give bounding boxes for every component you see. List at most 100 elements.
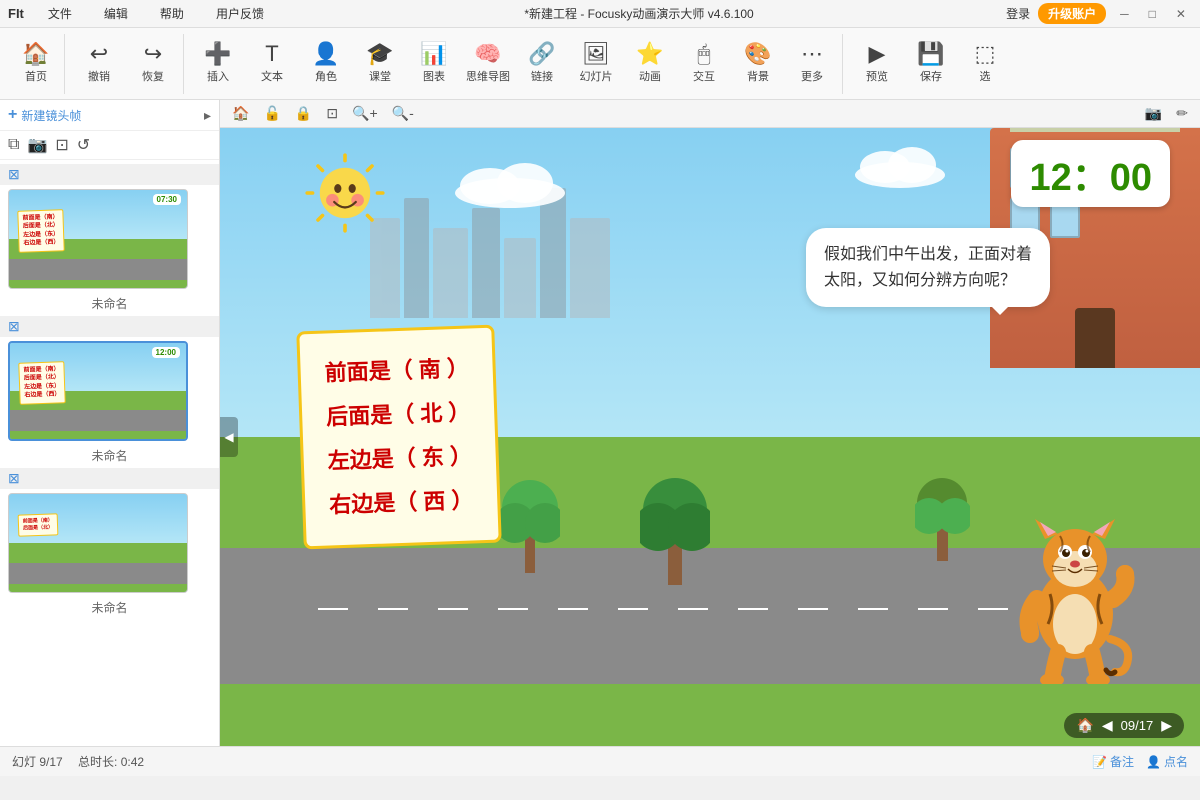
- app-logo: FIt: [8, 6, 24, 21]
- slide-thumb-09[interactable]: 09 12:00 前面是（南）后面是（北）左边是（东）右边是（西）: [0, 337, 219, 445]
- plus-icon: +: [8, 106, 17, 124]
- text-icon: T: [265, 43, 278, 65]
- section-marker-10: ⊠: [0, 468, 219, 489]
- mindmap-label: 思维导图: [466, 68, 510, 84]
- canvas-lock-btn[interactable]: 🔒: [291, 103, 316, 124]
- nav-next-button[interactable]: ▶: [1161, 717, 1172, 734]
- thumb-text-08: 前面是（南）后面是（北）左边是（东）右边是（西）: [17, 209, 64, 252]
- canvas-home-btn[interactable]: 🏠: [228, 103, 253, 124]
- canvas-fit-btn[interactable]: ⊡: [322, 103, 342, 124]
- tree-3: [915, 451, 970, 561]
- redo-label: 恢复: [142, 68, 164, 84]
- fit-button[interactable]: ⊡: [55, 135, 68, 155]
- frame-label-text-08: 未命名: [91, 295, 127, 312]
- interact-icon: 🖱: [697, 43, 710, 65]
- panel-collapse-arrow[interactable]: ◀: [220, 417, 238, 457]
- undo-button[interactable]: ↩ 撤销: [73, 36, 125, 92]
- redo-button[interactable]: ↪ 恢复: [127, 36, 179, 92]
- copy-frame-button[interactable]: ⧉: [8, 136, 19, 154]
- canvas-unlock-btn[interactable]: 🔓: [259, 103, 284, 124]
- more-button[interactable]: ⋯ 更多: [786, 36, 838, 92]
- bg-label: 背景: [747, 68, 769, 84]
- frame-label-text-09: 未命名: [91, 447, 127, 464]
- toolbar: 🏠 首页 ↩ 撤销 ↪ 恢复 ➕ 插入 T 文本 👤 角色 🎓 课堂: [0, 28, 1200, 100]
- role-button[interactable]: 👤 角色: [300, 36, 352, 92]
- home-button[interactable]: 🏠 首页: [12, 36, 60, 92]
- clock-display: 12：00: [1011, 140, 1170, 207]
- statusbar: 幻灯 9/17 总时长: 0:42 📝 备注 👤 点名: [0, 746, 1200, 776]
- status-right: 📝 备注 👤 点名: [1092, 753, 1188, 770]
- slide-thumbnail-09: 12:00 前面是（南）后面是（北）左边是（东）右边是（西）: [8, 341, 188, 441]
- login-button[interactable]: 登录: [1006, 5, 1030, 22]
- section-icon-08[interactable]: ⊠: [8, 166, 20, 183]
- titlebar: FIt 文件 编辑 帮助 用户反馈 *新建工程 - Focusky动画演示大师 …: [0, 0, 1200, 28]
- anim-icon: ⭐: [636, 43, 663, 65]
- slide-info: 幻灯 9/17: [12, 755, 63, 769]
- canvas-zoom-out-btn[interactable]: 🔍-: [388, 103, 418, 124]
- slide-button[interactable]: 🖼 幻灯片: [570, 36, 622, 92]
- speech-bubble[interactable]: 假如我们中午出发，正面对着太阳，又如何分辨方向呢？: [806, 228, 1050, 307]
- slide-thumbnail-10: 前面是（南）后面是（北）: [8, 493, 188, 593]
- select-button[interactable]: ⬚ 选: [959, 36, 1011, 92]
- mindmap-button[interactable]: 🧠 思维导图: [462, 36, 514, 92]
- role-icon: 👤: [312, 43, 339, 65]
- maximize-button[interactable]: □: [1143, 7, 1162, 21]
- slide-thumb-08[interactable]: 08 07:30 前面是（南）后面是（北）左边是（东）右边是（西）: [0, 185, 219, 293]
- camera-button[interactable]: 📷: [27, 135, 47, 155]
- home-icon: 🏠: [22, 43, 49, 65]
- upgrade-button[interactable]: 升级账户: [1038, 3, 1106, 24]
- canvas-edit-btn[interactable]: ✏: [1172, 103, 1192, 124]
- thumb-clock-08: 07:30: [153, 194, 181, 205]
- section-icon-10[interactable]: ⊠: [8, 470, 20, 487]
- panel-toolbar: + 新建镜头帧 ▸: [0, 100, 219, 131]
- close-button[interactable]: ✕: [1170, 7, 1192, 21]
- save-button[interactable]: 💾 保存: [905, 36, 957, 92]
- entrance: [1075, 308, 1115, 368]
- toolbar-insert-group: ➕ 插入 T 文本 👤 角色 🎓 课堂 📊 图表 🧠 思维导图 🔗 链接 🖼: [188, 34, 843, 94]
- titlebar-right: 登录 升级账户 ─ □ ✕: [1006, 3, 1192, 24]
- toolbar-preview-group: ▶ 预览 💾 保存 ⬚ 选: [847, 34, 1015, 94]
- menu-help[interactable]: 帮助: [152, 3, 192, 24]
- anim-button[interactable]: ⭐ 动画: [624, 36, 676, 92]
- menu-file[interactable]: 文件: [40, 3, 80, 24]
- canvas-content: ◀: [220, 128, 1200, 746]
- speech-text: 假如我们中午出发，正面对着太阳，又如何分辨方向呢？: [824, 246, 1032, 289]
- thumb-text-09: 前面是（南）后面是（北）左边是（东）右边是（西）: [18, 361, 65, 404]
- nav-home-icon[interactable]: 🏠: [1076, 717, 1093, 734]
- preview-label: 预览: [866, 68, 888, 84]
- menu-edit[interactable]: 编辑: [96, 3, 136, 24]
- slide-thumb-10[interactable]: 10 前面是（南）后面是（北）: [0, 489, 219, 597]
- nav-page-display: 09/17: [1121, 718, 1154, 733]
- section-icon-09[interactable]: ⊠: [8, 318, 20, 335]
- point-button[interactable]: 👤 点名: [1146, 753, 1188, 770]
- slides-list: ⊠ 08 07:30 前面是（南）后面是（北）左边是（东）右边是（西）: [0, 160, 219, 746]
- answer-card[interactable]: 前面是（ 南 ） 后面是（ 北 ） 左边是（ 东 ） 右边是（ 西 ）: [296, 325, 502, 550]
- tree-1: [500, 453, 560, 573]
- minimize-button[interactable]: ─: [1114, 7, 1135, 21]
- tree-2: [640, 445, 710, 585]
- interact-button[interactable]: 🖱 交互: [678, 36, 730, 92]
- insert-button[interactable]: ➕ 插入: [192, 36, 244, 92]
- sun-graphic: [300, 148, 390, 238]
- menu-feedback[interactable]: 用户反馈: [208, 3, 272, 24]
- panel-collapse-button[interactable]: ▸: [204, 107, 211, 124]
- rotate-button[interactable]: ↺: [77, 135, 90, 155]
- class-button[interactable]: 🎓 课堂: [354, 36, 406, 92]
- undo-icon: ↩: [90, 43, 108, 65]
- titlebar-left: FIt 文件 编辑 帮助 用户反馈: [8, 3, 272, 24]
- card-line-1: 前面是（ 南 ）: [324, 347, 470, 396]
- canvas-screenshot-btn[interactable]: 📷: [1141, 103, 1166, 124]
- canvas-zoom-in-btn[interactable]: 🔍+: [348, 103, 382, 124]
- cloud-1: [450, 158, 570, 208]
- new-frame-button[interactable]: + 新建镜头帧: [8, 106, 81, 124]
- preview-button[interactable]: ▶ 预览: [851, 36, 903, 92]
- text-label: 文本: [261, 68, 283, 84]
- nav-prev-button[interactable]: ◀: [1102, 717, 1113, 734]
- link-button[interactable]: 🔗 链接: [516, 36, 568, 92]
- chart-button[interactable]: 📊 图表: [408, 36, 460, 92]
- toolbar-home-group: 🏠 首页: [8, 34, 65, 94]
- bg-button[interactable]: 🎨 背景: [732, 36, 784, 92]
- annotation-button[interactable]: 📝 备注: [1092, 753, 1134, 770]
- panel-actions: ⧉ 📷 ⊡ ↺: [0, 131, 219, 160]
- text-button[interactable]: T 文本: [246, 36, 298, 92]
